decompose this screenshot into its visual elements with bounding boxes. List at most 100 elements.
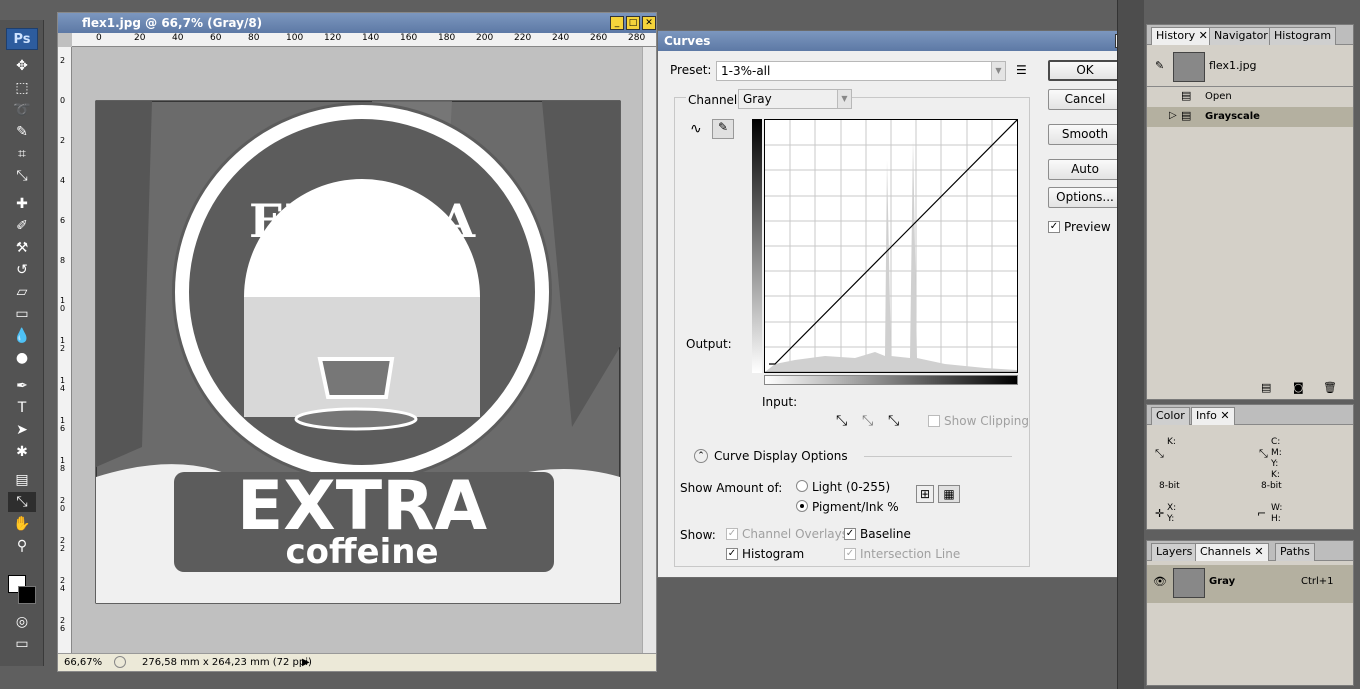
ruler-top-tick-label: 20 <box>134 33 146 43</box>
pigment-radio[interactable] <box>796 500 808 512</box>
history-snapshot-row[interactable]: ✎ flex1.jpg <box>1147 49 1353 87</box>
dodge-tool-icon[interactable]: ● <box>8 348 36 368</box>
history-brush-tool-icon[interactable]: ↺ <box>8 260 36 280</box>
auto-button[interactable]: Auto <box>1048 159 1122 180</box>
light-label: Light <box>812 480 842 494</box>
curves-titlebar[interactable]: Curves <box>658 31 1132 51</box>
tab-info[interactable]: Info ✕ <box>1191 407 1235 425</box>
preset-select[interactable]: 1-3%-all ▼ <box>716 61 1006 81</box>
ruler-left-tick-label: 22 <box>60 536 66 553</box>
c-label: C: <box>1271 437 1281 447</box>
maximize-button[interactable]: □ <box>626 16 640 30</box>
new-document-icon[interactable]: ▤ <box>1261 381 1271 394</box>
minimize-button[interactable]: _ <box>610 16 624 30</box>
document-titlebar[interactable]: flex1.jpg @ 66,7% (Gray/8) <box>58 13 656 33</box>
preset-options-icon[interactable]: ☰ <box>1016 63 1027 77</box>
tab-layers[interactable]: Layers <box>1151 543 1198 561</box>
collapsed-panel-dock <box>1117 0 1144 689</box>
curve-line <box>769 119 1018 365</box>
show-clipping-checkbox[interactable] <box>928 415 940 427</box>
move-tool-icon[interactable]: ✥ <box>8 56 36 76</box>
eyedropper-active-tool-icon[interactable]: ⤡ <box>8 492 36 512</box>
screen-mode-icon[interactable]: ▭ <box>8 634 36 654</box>
quick-mask-icon[interactable]: ◎ <box>8 612 36 632</box>
info-panel: Color Info ✕ K: ⤡ C: ⤡ M: Y: K: 8-bit 8-… <box>1146 404 1354 530</box>
crosshair-icon: ✛ <box>1155 507 1165 520</box>
tab-history[interactable]: History ✕ <box>1151 27 1213 45</box>
hand-tool-icon[interactable]: ✋ <box>8 514 36 534</box>
intersection-line-checkbox[interactable]: ✓ <box>844 548 856 560</box>
type-tool-icon[interactable]: T <box>8 398 36 418</box>
brush-tool-icon[interactable]: ✐ <box>8 216 36 236</box>
simple-grid-icon[interactable]: ⊞ <box>916 485 934 503</box>
ruler-top-tick-label: 140 <box>362 33 380 43</box>
quick-selection-tool-icon[interactable]: ✎ <box>8 122 36 142</box>
crop-tool-icon[interactable]: ⌗ <box>8 144 36 164</box>
options-button[interactable]: Options... <box>1048 187 1122 208</box>
ruler-top-tick-label: 100 <box>286 33 304 43</box>
ruler-left-tick-label: 10 <box>60 296 66 313</box>
clone-stamp-tool-icon[interactable]: ⚒ <box>8 238 36 258</box>
pen-tool-icon[interactable]: ✒ <box>8 376 36 396</box>
eraser-tool-icon[interactable]: ▱ <box>8 282 36 302</box>
eyedropper-icon: ⤡ <box>1259 447 1268 460</box>
close-button[interactable]: ✕ <box>642 16 656 30</box>
tab-color[interactable]: Color <box>1151 407 1190 425</box>
notes-tool-icon[interactable]: ▤ <box>8 470 36 490</box>
path-selection-tool-icon[interactable]: ➤ <box>8 420 36 440</box>
preview-checkbox[interactable]: ✓ <box>1048 221 1060 233</box>
curve-display-options[interactable]: Curve Display Options <box>714 449 848 463</box>
pigment-label: Pigment/Ink % <box>812 500 899 514</box>
ruler-left-tick-label: 6 <box>60 216 66 225</box>
ruler-top-tick-label: 0 <box>96 33 102 43</box>
eyedropper-tool-icon[interactable]: ⤡ <box>8 166 36 186</box>
histogram-checkbox[interactable]: ✓ <box>726 548 738 560</box>
blur-tool-icon[interactable]: 💧 <box>8 326 36 346</box>
curve-point-tool-icon[interactable]: ∿ <box>690 121 702 137</box>
horizontal-ruler: 0 20 40 60 80 100 120 140 160 180 200 220 240 260 280 <box>72 33 656 47</box>
eye-icon[interactable]: 👁 <box>1153 575 1167 588</box>
camera-snapshot-icon[interactable]: ◙ <box>1293 381 1304 394</box>
tab-histogram[interactable]: Histogram <box>1269 27 1337 45</box>
preview-label: Preview <box>1064 220 1111 234</box>
ok-button[interactable]: OK <box>1048 60 1122 81</box>
channel-overlays-checkbox[interactable]: ✓ <box>726 528 738 540</box>
gray-point-eyedropper-icon[interactable]: ⤡ <box>862 413 873 429</box>
channel-select[interactable]: Gray ▼ <box>738 89 852 109</box>
tab-channels[interactable]: Channels ✕ <box>1195 543 1269 561</box>
lasso-tool-icon[interactable]: ➰ <box>8 100 36 120</box>
tab-navigator[interactable]: Navigator <box>1209 27 1273 45</box>
show-amount-label: Show Amount of: <box>680 481 783 495</box>
history-item-open[interactable]: ▤ Open <box>1147 87 1353 107</box>
status-arrow-icon[interactable]: ▶ <box>302 654 310 672</box>
detailed-grid-icon[interactable]: ▦ <box>938 485 960 503</box>
black-point-eyedropper-icon[interactable]: ⤡ <box>836 413 847 429</box>
canvas-area[interactable]: EL ALBA EXTRA coffeine <box>72 47 644 653</box>
input-label: Input: <box>762 395 798 409</box>
trash-icon[interactable]: 🗑 <box>1323 381 1337 394</box>
collapse-icon[interactable]: ⌃ <box>694 449 708 463</box>
curve-graph[interactable] <box>764 119 1018 373</box>
artwork-brand-top: EL ALBA <box>249 194 476 248</box>
background-color-swatch[interactable] <box>18 586 36 604</box>
light-radio[interactable] <box>796 480 808 492</box>
baseline-checkbox[interactable]: ✓ <box>844 528 856 540</box>
vertical-scrollbar[interactable] <box>642 47 656 653</box>
pencil-draw-icon[interactable]: ✎ <box>712 119 734 139</box>
smooth-button[interactable]: Smooth <box>1048 124 1122 145</box>
healing-brush-tool-icon[interactable]: ✚ <box>8 194 36 214</box>
m-label: M: <box>1271 448 1282 458</box>
gradient-tool-icon[interactable]: ▭ <box>8 304 36 324</box>
history-item-grayscale[interactable]: ▷ ▤ Grayscale <box>1147 107 1353 127</box>
channel-row-gray[interactable]: 👁 Gray Ctrl+1 <box>1147 565 1353 603</box>
marquee-tool-icon[interactable]: ⬚ <box>8 78 36 98</box>
cancel-button[interactable]: Cancel <box>1048 89 1122 110</box>
white-point-eyedropper-icon[interactable]: ⤡ <box>888 413 899 429</box>
zoom-tool-icon[interactable]: ⚲ <box>8 536 36 556</box>
tab-paths[interactable]: Paths <box>1275 543 1315 561</box>
y-label: Y: <box>1271 459 1279 469</box>
ruler-top-tick-label: 160 <box>400 33 418 43</box>
zoom-level[interactable]: 66,67% <box>64 654 102 672</box>
status-menu-icon[interactable] <box>114 656 126 668</box>
shape-tool-icon[interactable]: ✱ <box>8 442 36 462</box>
